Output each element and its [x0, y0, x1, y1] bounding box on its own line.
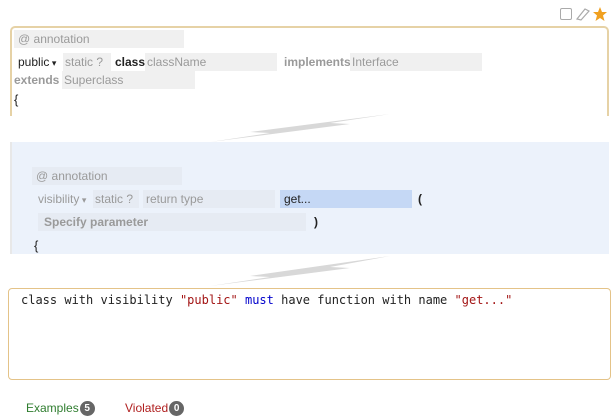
- violated-count-badge: 0: [169, 401, 185, 417]
- tab-violated[interactable]: Violated 0: [125, 401, 185, 417]
- close-paren: ): [314, 215, 318, 229]
- examples-count-badge: 5: [79, 401, 95, 417]
- tab-examples[interactable]: Examples 5: [26, 401, 95, 417]
- zigzag-connector-icon: [210, 256, 390, 286]
- superclass-field[interactable]: Superclass: [62, 71, 195, 89]
- implements-keyword: implements: [284, 55, 351, 69]
- classname-field[interactable]: className: [145, 53, 277, 71]
- class-visibility-select[interactable]: public ▾: [18, 53, 56, 71]
- class-static-toggle[interactable]: static ?: [63, 53, 111, 71]
- zigzag-connector-icon: [210, 114, 390, 142]
- return-type-field[interactable]: return type: [143, 190, 275, 208]
- description-visibility-value: "public": [179, 293, 238, 307]
- function-visibility-placeholder: visibility: [38, 192, 80, 206]
- open-paren: (: [418, 192, 422, 206]
- caret-down-icon: ▾: [49, 58, 57, 68]
- class-visibility-value: public: [18, 55, 50, 69]
- interface-field[interactable]: Interface: [350, 53, 482, 71]
- tab-examples-label: Examples: [26, 401, 79, 415]
- function-name-field[interactable]: get...: [280, 190, 412, 208]
- checkbox-icon[interactable]: [560, 8, 572, 20]
- function-visibility-select[interactable]: visibility ▾: [38, 190, 86, 208]
- tab-violated-label: Violated: [125, 401, 169, 415]
- function-open-brace: {: [34, 238, 39, 253]
- caret-down-icon: ▾: [79, 195, 87, 205]
- description-middle: have function with name: [273, 293, 455, 307]
- description-prefix: class with visibility: [21, 293, 180, 307]
- class-annotation-field[interactable]: @ annotation: [14, 30, 184, 48]
- extends-keyword: extends: [14, 73, 60, 87]
- parameter-field[interactable]: Specify parameter: [38, 213, 306, 231]
- eraser-icon[interactable]: [575, 7, 591, 21]
- description-name-value: "get...": [454, 293, 513, 307]
- function-annotation-field[interactable]: @ annotation: [32, 167, 182, 185]
- class-open-brace: {: [14, 92, 19, 107]
- rule-description-editor[interactable]: class with visibility "public" must have…: [8, 288, 611, 380]
- description-must: must: [244, 293, 274, 307]
- function-static-toggle[interactable]: static ?: [93, 190, 139, 208]
- star-icon[interactable]: [592, 6, 608, 22]
- class-keyword: class: [115, 55, 146, 69]
- panel1-controls: [560, 6, 610, 22]
